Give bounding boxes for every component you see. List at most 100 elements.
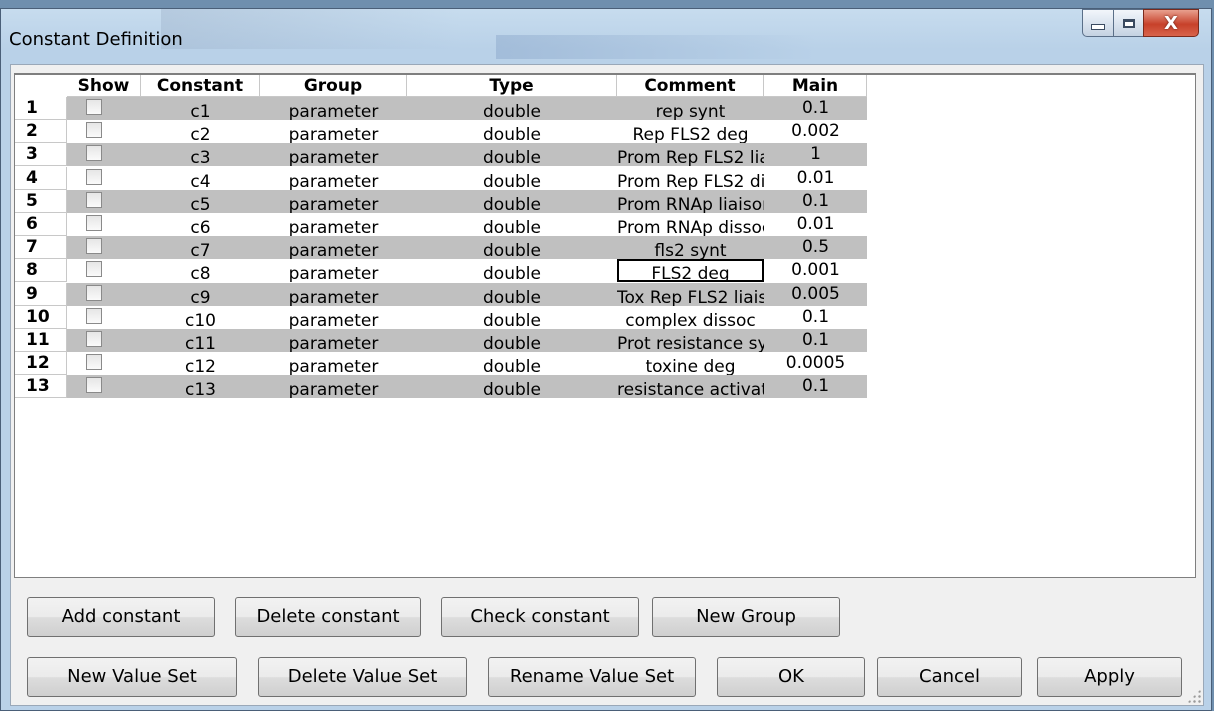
main-cell[interactable]: 0.0005 [764, 352, 867, 375]
show-cell[interactable] [67, 306, 141, 329]
main-cell[interactable]: 0.1 [764, 190, 867, 213]
show-cell[interactable] [67, 236, 141, 259]
show-cell[interactable] [67, 190, 141, 213]
group-cell[interactable]: parameter [260, 329, 407, 352]
comment-cell[interactable]: Prom Rep FLS2 liaison [617, 143, 764, 166]
column-header-type[interactable]: Type [407, 75, 617, 97]
comment-cell[interactable]: FLS2 deg [617, 259, 764, 282]
constant-cell[interactable]: c2 [141, 120, 260, 143]
group-cell[interactable]: parameter [260, 97, 407, 120]
constant-cell[interactable]: c4 [141, 167, 260, 190]
main-cell[interactable]: 0.01 [764, 213, 867, 236]
show-cell[interactable] [67, 213, 141, 236]
type-cell[interactable]: double [407, 167, 617, 190]
group-cell[interactable]: parameter [260, 190, 407, 213]
group-cell[interactable]: parameter [260, 259, 407, 282]
minimize-button[interactable] [1082, 9, 1113, 37]
show-cell[interactable] [67, 283, 141, 306]
type-cell[interactable]: double [407, 259, 617, 282]
show-checkbox[interactable] [86, 99, 102, 115]
type-cell[interactable]: double [407, 236, 617, 259]
resize-grip-icon[interactable] [1187, 689, 1201, 703]
type-cell[interactable]: double [407, 143, 617, 166]
type-cell[interactable]: double [407, 329, 617, 352]
comment-cell[interactable]: resistance activation [617, 375, 764, 398]
row-header[interactable]: 2 [15, 120, 67, 143]
ok-button[interactable]: OK [717, 657, 865, 697]
apply-button[interactable]: Apply [1037, 657, 1182, 697]
type-cell[interactable]: double [407, 306, 617, 329]
constant-cell[interactable]: c13 [141, 375, 260, 398]
show-checkbox[interactable] [86, 192, 102, 208]
comment-cell[interactable]: Tox Rep FLS2 liaison [617, 283, 764, 306]
column-header-group[interactable]: Group [260, 75, 407, 97]
column-header-comment[interactable]: Comment [617, 75, 764, 97]
group-cell[interactable]: parameter [260, 120, 407, 143]
group-cell[interactable]: parameter [260, 375, 407, 398]
type-cell[interactable]: double [407, 213, 617, 236]
comment-cell[interactable]: Prom RNAp dissoc [617, 213, 764, 236]
group-cell[interactable]: parameter [260, 283, 407, 306]
type-cell[interactable]: double [407, 283, 617, 306]
delete-constant-button[interactable]: Delete constant [235, 597, 421, 637]
show-cell[interactable] [67, 120, 141, 143]
rename-value-set-button[interactable]: Rename Value Set [488, 657, 696, 697]
row-header[interactable]: 1 [15, 97, 67, 120]
show-checkbox[interactable] [86, 377, 102, 393]
show-cell[interactable] [67, 259, 141, 282]
constant-cell[interactable]: c11 [141, 329, 260, 352]
main-cell[interactable]: 0.1 [764, 329, 867, 352]
row-header[interactable]: 3 [15, 143, 67, 166]
group-cell[interactable]: parameter [260, 213, 407, 236]
show-checkbox[interactable] [86, 331, 102, 347]
show-checkbox[interactable] [86, 261, 102, 277]
type-cell[interactable]: double [407, 190, 617, 213]
constant-cell[interactable]: c10 [141, 306, 260, 329]
maximize-button[interactable] [1113, 9, 1143, 37]
constant-cell[interactable]: c9 [141, 283, 260, 306]
title-bar[interactable]: Constant Definition X [1, 9, 1211, 65]
group-cell[interactable]: parameter [260, 143, 407, 166]
show-cell[interactable] [67, 167, 141, 190]
row-header[interactable]: 6 [15, 213, 67, 236]
show-cell[interactable] [67, 375, 141, 398]
type-cell[interactable]: double [407, 97, 617, 120]
show-checkbox[interactable] [86, 238, 102, 254]
show-checkbox[interactable] [86, 308, 102, 324]
column-header-main[interactable]: Main [764, 75, 867, 97]
constant-cell[interactable]: c3 [141, 143, 260, 166]
main-cell[interactable]: 1 [764, 143, 867, 166]
row-header[interactable]: 5 [15, 190, 67, 213]
show-checkbox[interactable] [86, 354, 102, 370]
comment-cell[interactable]: Prot resistance synthesis [617, 329, 764, 352]
main-cell[interactable]: 0.1 [764, 97, 867, 120]
constant-cell[interactable]: c8 [141, 259, 260, 282]
column-header-constant[interactable]: Constant [141, 75, 260, 97]
main-cell[interactable]: 0.1 [764, 306, 867, 329]
row-header[interactable]: 12 [15, 352, 67, 375]
show-cell[interactable] [67, 143, 141, 166]
show-cell[interactable] [67, 352, 141, 375]
show-checkbox[interactable] [86, 215, 102, 231]
constant-cell[interactable]: c6 [141, 213, 260, 236]
show-checkbox[interactable] [86, 285, 102, 301]
group-cell[interactable]: parameter [260, 236, 407, 259]
comment-cell[interactable]: Prom RNAp liaison [617, 190, 764, 213]
close-button[interactable]: X [1143, 9, 1199, 37]
group-cell[interactable]: parameter [260, 352, 407, 375]
check-constant-button[interactable]: Check constant [441, 597, 639, 637]
main-cell[interactable]: 0.5 [764, 236, 867, 259]
show-checkbox[interactable] [86, 169, 102, 185]
main-cell[interactable]: 0.01 [764, 167, 867, 190]
main-cell[interactable]: 0.002 [764, 120, 867, 143]
type-cell[interactable]: double [407, 120, 617, 143]
comment-cell[interactable]: Prom Rep FLS2 dissoc [617, 167, 764, 190]
row-header[interactable]: 4 [15, 167, 67, 190]
row-header[interactable]: 10 [15, 306, 67, 329]
row-header[interactable]: 7 [15, 236, 67, 259]
constant-cell[interactable]: c1 [141, 97, 260, 120]
group-cell[interactable]: parameter [260, 306, 407, 329]
comment-cell[interactable]: complex dissoc [617, 306, 764, 329]
comment-cell[interactable]: fls2 synt [617, 236, 764, 259]
constant-cell[interactable]: c7 [141, 236, 260, 259]
